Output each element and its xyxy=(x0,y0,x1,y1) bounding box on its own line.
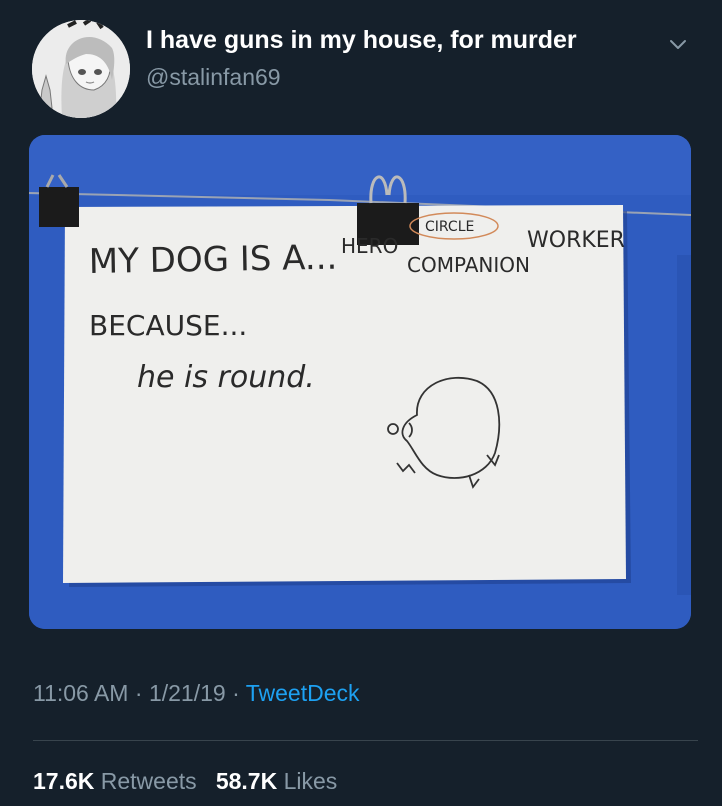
likes-label: Likes xyxy=(283,768,338,794)
option-hero: HERO xyxy=(341,234,398,258)
display-name[interactable]: I have guns in my house, for murder xyxy=(146,26,577,55)
likes-count: 58.7K xyxy=(215,768,278,794)
note-line-2: BECAUSE... xyxy=(89,309,247,342)
separator-dot: · xyxy=(134,680,143,706)
tweet-time[interactable]: 11:06 AM xyxy=(33,680,128,706)
option-circle: CIRCLE xyxy=(425,219,474,235)
divider xyxy=(33,740,698,741)
tweet-photo[interactable]: MY DOG IS A... HERO CIRCLE COMPANION WOR… xyxy=(29,135,691,629)
avatar-image xyxy=(32,20,130,118)
separator-dot: · xyxy=(232,680,240,706)
tweet-stats: 17.6K Retweets 58.7K Likes xyxy=(33,768,337,795)
user-handle[interactable]: @stalinfan69 xyxy=(146,64,281,91)
note-line-1: MY DOG IS A... xyxy=(88,238,337,282)
option-worker: WORKER xyxy=(527,228,625,253)
retweets-count: 17.6K xyxy=(33,768,95,794)
note-answer: he is round. xyxy=(137,360,315,395)
retweets-label: Retweets xyxy=(100,768,197,794)
likes-stat[interactable]: 58.7K Likes xyxy=(216,768,337,794)
tweet-meta: 11:06 AM · 1/21/19 · TweetDeck xyxy=(33,680,360,707)
tweet-date[interactable]: 1/21/19 xyxy=(149,680,226,706)
retweets-stat[interactable]: 17.6K Retweets xyxy=(33,768,203,794)
avatar[interactable] xyxy=(32,20,130,118)
chevron-down-icon[interactable] xyxy=(666,33,690,57)
tweet-source-link[interactable]: TweetDeck xyxy=(246,680,360,706)
option-companion: COMPANION xyxy=(407,253,530,277)
